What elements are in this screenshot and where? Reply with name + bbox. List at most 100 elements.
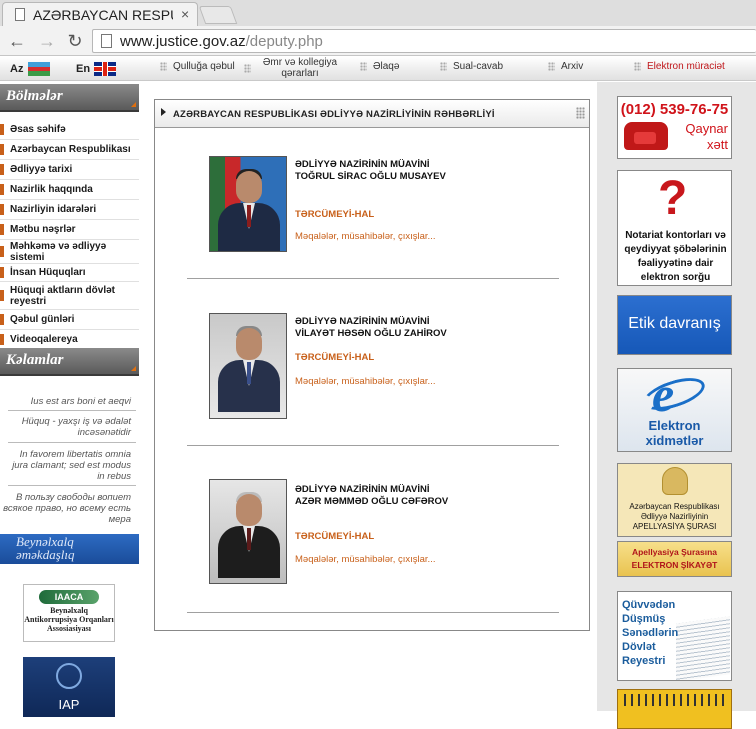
sidebar-item-label: Mətbu nəşrlər — [10, 224, 76, 235]
sidebar-item-label: İnsan Hüquqları — [10, 267, 86, 278]
nav-item-archive[interactable]: Arxiv — [548, 61, 583, 72]
bullet-icon — [0, 124, 4, 135]
nav-label: Arxiv — [561, 61, 584, 72]
appeal-complaint-banner[interactable]: Apellyasiya Şurasına ELEKTRON ŞİKAYƏT — [617, 541, 732, 577]
bullet-icon — [0, 290, 4, 301]
deputy-name: TOĞRUL SİRAC OĞLU MUSAYEV — [295, 171, 446, 182]
hotline-banner[interactable]: (012) 539-76-75 Qaynar xətt — [617, 96, 732, 159]
lang-en-link[interactable]: En — [76, 63, 90, 75]
articles-link[interactable]: Məqalələr, müsahibələr, çıxışlar... — [295, 554, 435, 565]
main-content-panel: AZƏRBAYCAN RESPUBLİKASI ƏDLİYYƏ NAZİRLİY… — [154, 99, 590, 631]
sidebar-item-departments[interactable]: Nazirliyin idarələri — [0, 200, 139, 220]
reload-icon[interactable]: ↻ — [64, 31, 86, 52]
azerbaijan-flag-icon[interactable] — [28, 62, 50, 76]
biography-link[interactable]: TƏRCÜMEYİ-HAL — [295, 209, 374, 220]
address-bar[interactable]: www.justice.gov.az/deputy.php — [92, 29, 756, 53]
back-arrow-icon[interactable]: ← — [6, 31, 28, 52]
sidebar-item-courts[interactable]: Məhkəmə və ədliyyə sistemi — [0, 240, 139, 264]
appeal-council-text: Azərbaycan Respublikası Ədliyyə Nazirliy… — [629, 502, 720, 531]
uk-flag-icon[interactable] — [94, 62, 116, 76]
arrow-right-icon — [161, 108, 166, 116]
saying-latin-1: Ius est ars boni et aeqvi — [30, 396, 131, 407]
deputy-photo[interactable] — [209, 479, 287, 584]
sidebar-item-video-gallery[interactable]: Videoqalereya — [0, 330, 139, 350]
divider — [8, 410, 136, 411]
grip-icon — [244, 63, 251, 73]
sidebar-item-human-rights[interactable]: İnsan Hüquqları — [0, 264, 139, 282]
divider — [187, 612, 559, 613]
sidebar-item-republic[interactable]: Azərbaycan Respublikası — [0, 140, 139, 160]
notebook-banner[interactable] — [617, 689, 732, 729]
sidebar-item-label: Nazirlik haqqında — [10, 184, 93, 195]
biography-link[interactable]: TƏRCÜMEYİ-HAL — [295, 352, 374, 363]
sidebar-item-about[interactable]: Nazirlik haqqında — [0, 180, 139, 200]
grip-icon — [160, 62, 167, 71]
notary-survey-banner[interactable]: ? Notariat kontorları və qeydiyyat şöbəl… — [617, 170, 732, 286]
tab-title: AZƏRBAYCAN RESPU — [33, 7, 173, 23]
nav-item-faq[interactable]: Sual-cavab — [440, 61, 503, 72]
deputy-card: ƏDLİYYƏ NAZİRİNİN MÜAVİNİ AZƏR MƏMMƏD OĞL… — [209, 479, 559, 584]
url-host: www.justice.gov.az — [120, 33, 246, 50]
url-text: www.justice.gov.az/deputy.php — [120, 33, 323, 50]
iaaca-banner[interactable]: IAACA Beynəlxalq Antikorrupsiya Orqanlar… — [23, 584, 115, 642]
forward-arrow-icon[interactable]: → — [36, 31, 58, 52]
divider — [187, 278, 559, 279]
e-services-banner[interactable]: e Elektron xidmətlər — [617, 368, 732, 452]
iap-label: IAP — [58, 697, 80, 712]
sidebar-item-label: Hüquqi aktların dövlət reyestri — [10, 284, 116, 307]
grip-icon — [576, 107, 585, 119]
sidebar-item-history[interactable]: Ədliyyə tarixi — [0, 160, 139, 180]
deputy-role: ƏDLİYYƏ NAZİRİNİN MÜAVİNİ — [295, 316, 430, 327]
sidebar-item-label: Məhkəmə və ədliyyə sistemi — [10, 240, 107, 263]
corner-icon — [131, 366, 136, 371]
e-logo-icon: e — [652, 368, 675, 422]
sidebar-item-label: Ədliyyə tarixi — [10, 164, 73, 175]
left-sidebar: Bölmələr Əsas səhifə Azərbaycan Respubli… — [0, 82, 139, 717]
panel-title: AZƏRBAYCAN RESPUBLİKASI ƏDLİYYƏ NAZİRLİY… — [173, 109, 495, 120]
divider — [8, 442, 136, 443]
expired-documents-banner[interactable]: Qüvvədən Düşmüş Sənədlərin Dövlət Reyest… — [617, 591, 732, 681]
nav-item-e-appeal[interactable]: Elektron müraciət — [634, 61, 725, 72]
bullet-icon — [0, 334, 4, 345]
intl-cooperation-label: Beynəlxalq əməkdaşlıq — [16, 534, 75, 562]
new-tab-button[interactable] — [198, 6, 238, 24]
deputy-title: ƏDLİYYƏ NAZİRİNİN MÜAVİNİ TOĞRUL SİRAC OĞ… — [295, 159, 446, 183]
biography-link[interactable]: TƏRCÜMEYİ-HAL — [295, 531, 374, 542]
site-top-nav: Az En Qulluğa qəbul Əmr və kollegiya qər… — [0, 57, 756, 81]
deputy-photo[interactable] — [209, 156, 287, 252]
grip-icon — [440, 62, 447, 71]
page-icon — [15, 8, 25, 21]
articles-link[interactable]: Məqalələr, müsahibələr, çıxışlar... — [295, 376, 435, 387]
divider — [8, 485, 136, 486]
nav-item-contact[interactable]: Əlaqə — [360, 61, 399, 72]
deputy-photo[interactable] — [209, 313, 287, 419]
browser-tab[interactable]: AZƏRBAYCAN RESPU × — [2, 2, 198, 26]
deputy-card: ƏDLİYYƏ NAZİRİNİN MÜAVİNİ TOĞRUL SİRAC OĞ… — [209, 156, 559, 252]
sidebar-item-label: Nazirliyin idarələri — [10, 204, 97, 215]
sidebar-item-home[interactable]: Əsas səhifə — [0, 120, 139, 140]
iap-banner[interactable]: IAP — [23, 657, 115, 717]
lang-az-link[interactable]: Az — [10, 63, 23, 75]
nav-item-orders[interactable]: Əmr və kollegiya qərarları — [244, 57, 343, 79]
sidebar-item-reception-days[interactable]: Qəbul günləri — [0, 310, 139, 330]
question-mark-icon: ? — [658, 172, 688, 225]
bullet-icon — [0, 144, 4, 155]
bullet-icon — [0, 314, 4, 325]
sidebar-item-legal-register[interactable]: Hüquqi aktların dövlət reyestri — [0, 282, 139, 310]
articles-link[interactable]: Məqalələr, müsahibələr, çıxışlar... — [295, 231, 435, 242]
nav-label: Qulluğa qəbul — [173, 61, 235, 72]
ethics-banner[interactable]: Etik davranış — [617, 295, 732, 355]
nav-item-careers[interactable]: Qulluğa qəbul — [160, 61, 235, 72]
sidebar-item-publications[interactable]: Mətbu nəşrlər — [0, 220, 139, 240]
appeal-council-banner[interactable]: Azərbaycan Respublikası Ədliyyə Nazirliy… — [617, 463, 732, 537]
close-icon[interactable]: × — [181, 6, 189, 22]
grip-icon — [634, 62, 641, 71]
spiral-binding-icon — [624, 694, 728, 706]
hotline-label: Qaynar xətt — [685, 121, 728, 152]
bullet-icon — [0, 184, 4, 195]
intl-cooperation-banner[interactable]: Beynəlxalq əməkdaşlıq — [0, 534, 139, 564]
bullet-icon — [0, 204, 4, 215]
grip-icon — [360, 62, 367, 71]
deputy-name: VİLAYƏT HƏSƏN OĞLU ZAHİROV — [295, 328, 447, 339]
e-services-label: Elektron xidmətlər — [645, 418, 704, 448]
